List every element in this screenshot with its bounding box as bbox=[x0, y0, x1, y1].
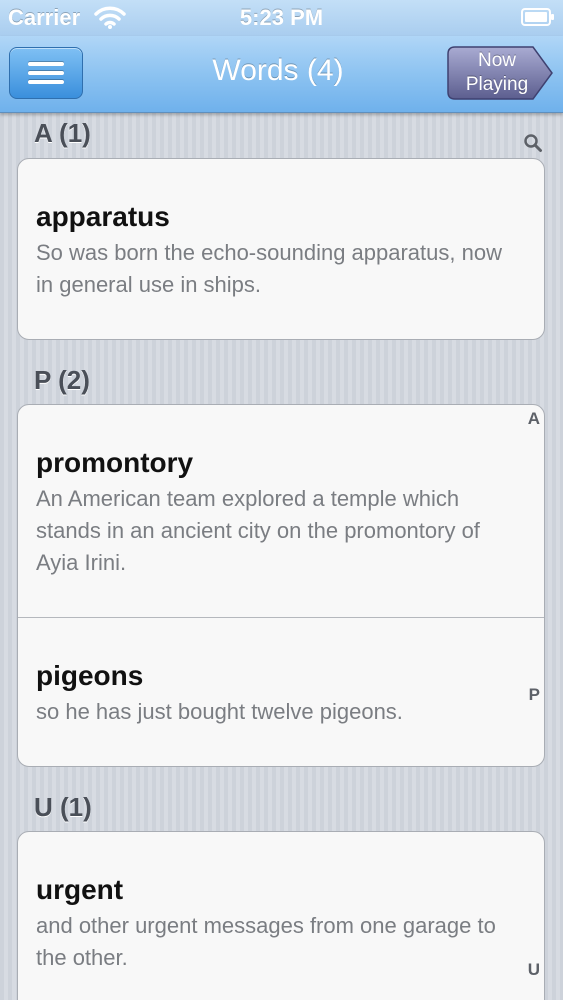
list-item[interactable]: promontory An American team explored a t… bbox=[18, 405, 544, 618]
section-card-p: promontory An American team explored a t… bbox=[17, 404, 545, 767]
word-title: pigeons bbox=[36, 660, 144, 691]
now-playing-label-line2: Playing bbox=[465, 74, 529, 95]
list-item[interactable]: pigeons so he has just bought twelve pig… bbox=[18, 618, 544, 766]
word-title: promontory bbox=[36, 447, 194, 478]
list-item[interactable]: apparatus So was born the echo-sounding … bbox=[18, 159, 544, 339]
word-example: An American team explored a temple which… bbox=[36, 486, 480, 575]
word-example: and other urgent messages from one garag… bbox=[36, 913, 496, 970]
index-letter-u[interactable]: U bbox=[528, 960, 540, 980]
status-bar: Carrier 5:23 PM bbox=[0, 0, 563, 36]
section-header-u: U (1) bbox=[34, 792, 92, 822]
section-card-a: apparatus So was born the echo-sounding … bbox=[17, 158, 545, 340]
word-list[interactable]: A (1) apparatus So was born the echo-sou… bbox=[0, 113, 563, 1000]
section-header-a: A (1) bbox=[34, 118, 91, 148]
section-header-p: P (2) bbox=[34, 365, 90, 395]
status-time: 5:23 PM bbox=[239, 5, 324, 30]
battery-icon bbox=[521, 8, 554, 26]
list-item[interactable]: urgent and other urgent messages from on… bbox=[18, 832, 544, 1000]
index-letter-p[interactable]: P bbox=[529, 685, 540, 705]
menu-button[interactable] bbox=[9, 47, 83, 99]
word-title: apparatus bbox=[36, 201, 170, 232]
section-card-u: urgent and other urgent messages from on… bbox=[17, 831, 545, 1000]
word-example: so he has just bought twelve pigeons. bbox=[36, 699, 403, 724]
word-title: urgent bbox=[36, 874, 124, 905]
search-icon[interactable] bbox=[523, 133, 543, 153]
now-playing-button[interactable]: Now Playing bbox=[447, 46, 554, 100]
now-playing-label-line1: Now bbox=[477, 50, 516, 71]
nav-bar: Words (4) Now Playing bbox=[0, 36, 563, 113]
word-example: So was born the echo-sounding apparatus,… bbox=[36, 240, 502, 297]
index-letter-a[interactable]: A bbox=[528, 409, 540, 429]
page-title: Words (4) bbox=[212, 54, 344, 87]
